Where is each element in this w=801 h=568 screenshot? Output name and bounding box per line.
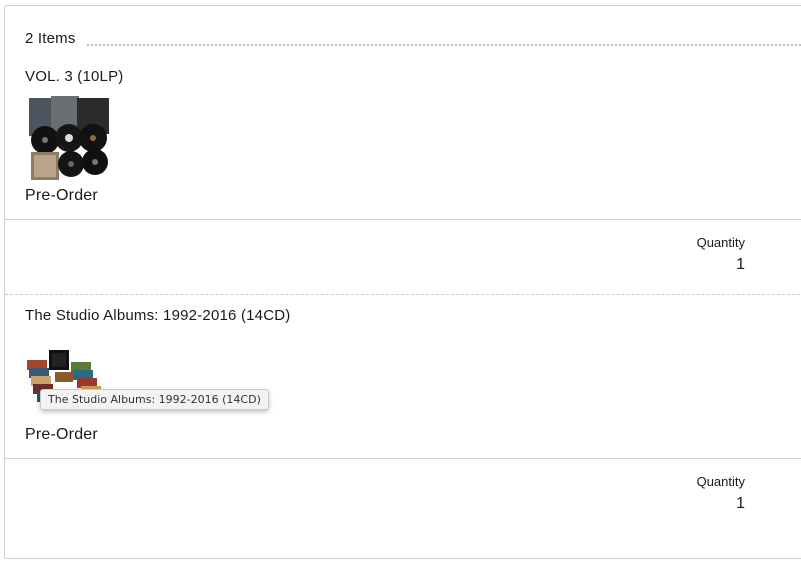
divider	[5, 458, 801, 459]
dotted-leader	[87, 44, 801, 46]
preorder-status: Pre-Order	[25, 187, 98, 204]
item-title[interactable]: VOL. 3 (10LP)	[25, 68, 123, 85]
cart-item-count: 2 Items	[25, 30, 80, 47]
item-separator	[5, 294, 801, 295]
preorder-status: Pre-Order	[25, 426, 98, 443]
cart-panel: 2 Items VOL. 3 (10LP) Pre-Order Quantity…	[4, 5, 801, 559]
divider	[5, 219, 801, 220]
product-image-vinyl-box[interactable]	[25, 96, 113, 182]
quantity-value: 1	[736, 495, 745, 512]
image-tooltip: The Studio Albums: 1992-2016 (14CD)	[40, 389, 269, 410]
quantity-label: Quantity	[696, 235, 745, 250]
quantity-value: 1	[736, 256, 745, 273]
quantity-label: Quantity	[696, 474, 745, 489]
cart-count-row: 2 Items	[25, 30, 801, 50]
item-title[interactable]: The Studio Albums: 1992-2016 (14CD)	[25, 307, 290, 324]
